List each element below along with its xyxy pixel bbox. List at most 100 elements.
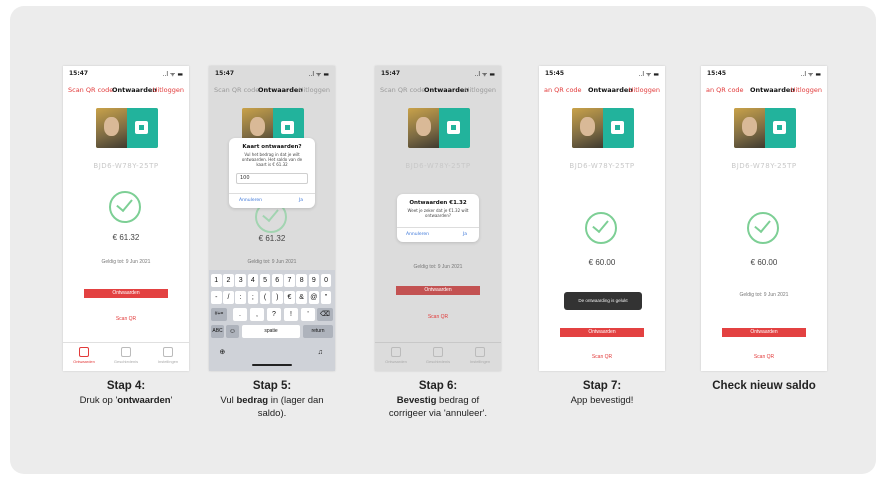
numeric-keyboard: 1 2 3 4 5 6 7 8 9 0 - / : ; ( ) € & @ " … — [209, 270, 335, 371]
key-abc[interactable]: ABC — [211, 325, 224, 338]
key[interactable]: @ — [308, 291, 320, 304]
key[interactable]: 1 — [211, 274, 222, 287]
key-row-punct: #+= . , ? ! ' ⌫ — [211, 308, 333, 322]
nav-scan-qr[interactable]: an QR code — [544, 86, 582, 94]
key[interactable]: , — [250, 308, 264, 321]
key[interactable]: ' — [301, 308, 315, 321]
key-row-symbols: - / : ; ( ) € & @ " — [211, 291, 333, 305]
status-time: 15:47 — [381, 70, 401, 77]
emoji-key-icon[interactable]: ☺ — [226, 325, 239, 338]
top-nav: Scan QR code Ontwaarden Uitloggen — [63, 83, 189, 97]
scan-qr-link[interactable]: Scan QR — [701, 354, 827, 360]
tab-geschiedenis[interactable]: Geschiedenis — [417, 347, 459, 364]
cancel-button[interactable]: Annuleren — [406, 232, 429, 237]
key[interactable]: 6 — [272, 274, 283, 287]
return-key[interactable]: return — [303, 325, 333, 338]
backspace-key-icon[interactable]: ⌫ — [317, 308, 333, 321]
scan-qr-link[interactable]: Scan QR — [375, 314, 501, 320]
nav-scan-qr[interactable]: an QR code — [706, 86, 744, 94]
nav-logout[interactable]: Uitloggen — [299, 86, 330, 94]
gift-card-image — [572, 108, 634, 148]
status-time: 15:47 — [215, 70, 235, 77]
dialog-buttons: Annuleren Ja — [397, 227, 479, 242]
confirm-button[interactable]: Ja — [299, 198, 303, 203]
card-code: BJD6-W78Y-25TP — [569, 162, 635, 170]
check-icon — [585, 212, 617, 244]
success-toast: De ontwaarding is gelukt — [564, 292, 642, 310]
space-key[interactable]: spatie — [242, 325, 300, 338]
nav-scan-qr[interactable]: Scan QR code — [214, 86, 259, 94]
nav-scan-qr[interactable]: Scan QR code — [380, 86, 425, 94]
step-caption: Stap 7: App bevestigd! — [520, 380, 684, 407]
tab-ontwaarden[interactable]: Ontwaarden — [63, 347, 105, 364]
step-description: App bevestigd! — [570, 395, 634, 406]
dialog-body: Vul het bedrag in dat je wilt ontwaarden… — [241, 152, 303, 167]
nav-ontwaarden[interactable]: Ontwaarden — [424, 86, 469, 94]
ontwaarden-button[interactable]: Ontwaarden — [396, 286, 480, 295]
key[interactable]: 9 — [308, 274, 320, 287]
confirm-dialog: Ontwaarden €1.32 Weet je zeker dat je €1… — [397, 194, 479, 242]
nav-logout[interactable]: Uitloggen — [153, 86, 184, 94]
key[interactable]: ! — [284, 308, 298, 321]
key[interactable]: 4 — [247, 274, 259, 287]
key[interactable]: & — [296, 291, 307, 304]
step-4: 15:47 ..l ᯤ ▬ Scan QR code Ontwaarden Ui… — [44, 66, 208, 406]
scan-qr-link[interactable]: Scan QR — [63, 316, 189, 322]
globe-key-icon[interactable]: ⊕ — [217, 346, 228, 359]
tab-geschiedenis[interactable]: Geschiedenis — [105, 347, 147, 364]
nav-ontwaarden[interactable]: Ontwaarden — [258, 86, 303, 94]
cancel-button[interactable]: Annuleren — [239, 198, 262, 203]
status-time: 15:45 — [707, 70, 727, 77]
key[interactable]: 0 — [320, 274, 332, 287]
phone-screen: 15:45 ..l ᯤ ▬ an QR code Ontwaarden Uitl… — [701, 66, 827, 371]
nav-ontwaarden[interactable]: Ontwaarden — [112, 86, 157, 94]
confirm-button[interactable]: Ja — [463, 232, 467, 237]
card-code: BJD6-W78Y-25TP — [731, 162, 797, 170]
valid-date: Geldig tot: 9 Jun 2021 — [247, 259, 297, 265]
ontwaarden-button[interactable]: Ontwaarden — [560, 328, 644, 337]
key[interactable]: ? — [267, 308, 281, 321]
nav-logout[interactable]: Uitloggen — [465, 86, 496, 94]
key[interactable]: 5 — [259, 274, 271, 287]
key[interactable]: 3 — [235, 274, 246, 287]
tab-ontwaarden[interactable]: Ontwaarden — [375, 347, 417, 364]
key[interactable]: " — [320, 291, 332, 304]
key[interactable]: 2 — [223, 274, 234, 287]
key[interactable]: ( — [259, 291, 271, 304]
amount-input[interactable]: 100 — [236, 173, 308, 184]
mic-key-icon[interactable]: ♫ — [315, 346, 326, 359]
balance-amount: € 60.00 — [750, 258, 778, 267]
nav-logout[interactable]: Uitloggen — [791, 86, 822, 94]
key[interactable]: ; — [247, 291, 259, 304]
tab-instellingen[interactable]: Instellingen — [459, 347, 501, 364]
scan-qr-link[interactable]: Scan QR — [539, 354, 665, 360]
signal-icon: ..l ᯤ ▬ — [638, 71, 659, 78]
key[interactable]: 7 — [284, 274, 295, 287]
key[interactable]: - — [211, 291, 222, 304]
key[interactable]: . — [233, 308, 247, 321]
nav-scan-qr[interactable]: Scan QR code — [68, 86, 113, 94]
key[interactable]: / — [223, 291, 234, 304]
tab-bar: Ontwaarden Geschiedenis Instellingen — [375, 342, 501, 371]
key[interactable]: : — [235, 291, 246, 304]
tab-instellingen[interactable]: Instellingen — [147, 347, 189, 364]
dialog-title: Kaart ontwaarden? — [242, 144, 302, 150]
key-symbols-toggle[interactable]: #+= — [211, 308, 227, 321]
home-indicator — [252, 364, 292, 366]
step-heading: Stap 6: — [418, 380, 458, 392]
step-6: 15:47 ..l ᯤ ▬ Scan QR code Ontwaarden Ui… — [356, 66, 520, 419]
key[interactable]: ) — [272, 291, 283, 304]
key[interactable]: € — [284, 291, 295, 304]
nav-ontwaarden[interactable]: Ontwaarden — [588, 86, 633, 94]
valid-date: Geldig tot: 9 Jun 2021 — [413, 264, 463, 270]
phone-screen: 15:47 ..l ᯤ ▬ Scan QR code Ontwaarden Ui… — [209, 66, 335, 371]
ontwaarden-button[interactable]: Ontwaarden — [722, 328, 806, 337]
nav-ontwaarden[interactable]: Ontwaarden — [750, 86, 795, 94]
top-nav: an QR code Ontwaarden Uitloggen — [539, 83, 665, 97]
top-nav: Scan QR code Ontwaarden Uitloggen — [375, 83, 501, 97]
ontwaarden-button[interactable]: Ontwaarden — [84, 289, 168, 298]
nav-logout[interactable]: Uitloggen — [629, 86, 660, 94]
dialog-body: Weet je zeker dat je €1.32 wilt ontwaard… — [407, 208, 469, 218]
instruction-panel: 15:47 ..l ᯤ ▬ Scan QR code Ontwaarden Ui… — [10, 6, 876, 474]
key[interactable]: 8 — [296, 274, 307, 287]
